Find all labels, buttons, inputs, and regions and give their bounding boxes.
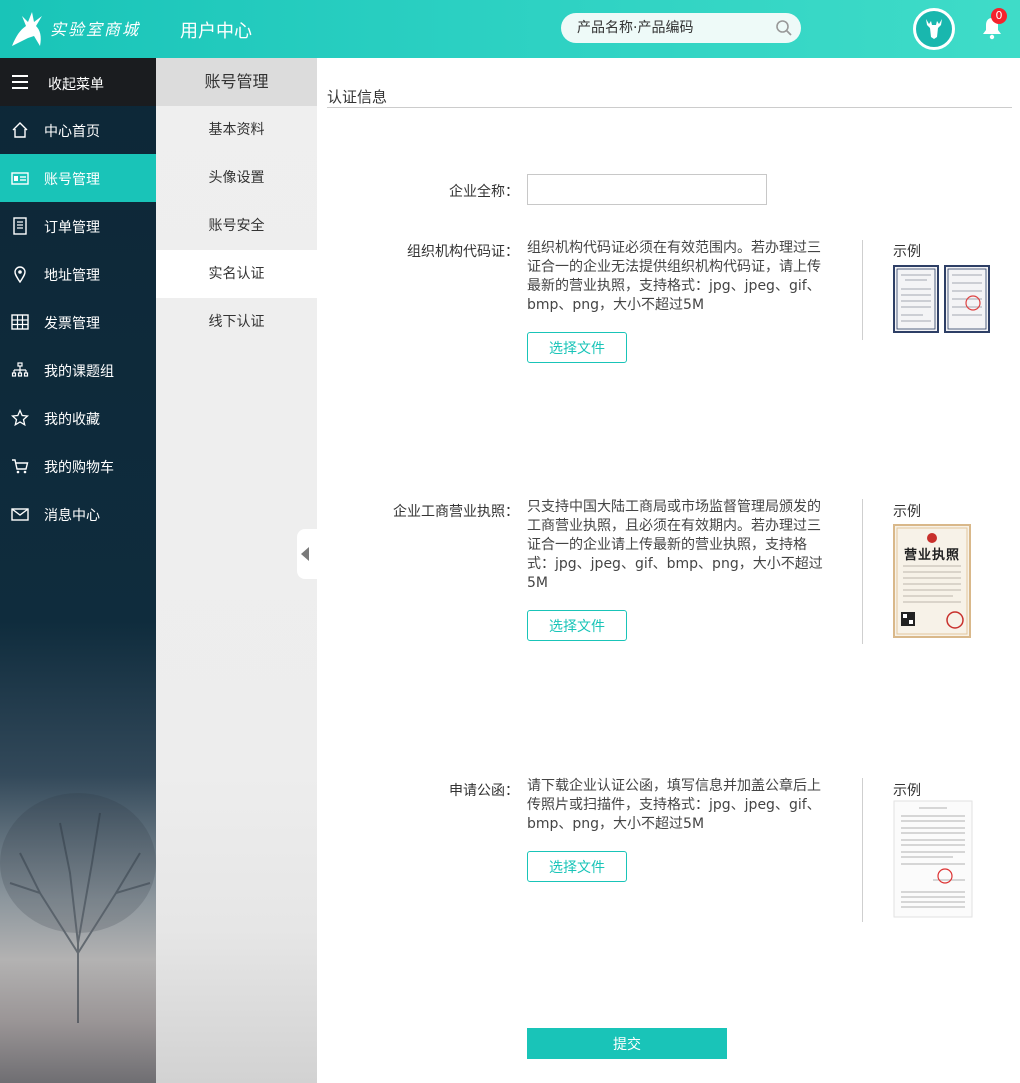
subnav-item-real-name-auth[interactable]: 实名认证 bbox=[156, 250, 317, 298]
nav-item-label: 我的课题组 bbox=[44, 364, 114, 380]
application-letter-divider bbox=[862, 778, 863, 922]
org-code-divider bbox=[862, 240, 863, 340]
application-letter-example-label: 示例 bbox=[893, 783, 921, 799]
deer-avatar-icon bbox=[926, 19, 942, 39]
hamburger-icon bbox=[12, 75, 28, 89]
org-code-example-label: 示例 bbox=[893, 244, 921, 260]
logo-text: 实验室商城 bbox=[50, 20, 141, 39]
business-license-example-image[interactable]: 营业执照 bbox=[893, 524, 971, 638]
org-code-choose-file-button[interactable]: 选择文件 bbox=[527, 332, 627, 363]
nav-item-invoice[interactable]: 发票管理 bbox=[0, 298, 156, 346]
business-license-example-label: 示例 bbox=[893, 504, 921, 520]
nav-item-label: 我的购物车 bbox=[44, 460, 114, 476]
title-divider bbox=[327, 107, 1012, 108]
user-avatar[interactable] bbox=[913, 8, 955, 50]
nav-item-cart[interactable]: 我的购物车 bbox=[0, 442, 156, 490]
site-logo[interactable]: 实验室商城 bbox=[6, 6, 148, 52]
application-letter-label: 申请公函： bbox=[449, 783, 519, 799]
chevron-left-icon bbox=[301, 547, 309, 561]
nav-item-label: 中心首页 bbox=[44, 124, 100, 140]
nav-item-messages[interactable]: 消息中心 bbox=[0, 490, 156, 538]
collapse-menu-button[interactable]: 收起菜单 bbox=[0, 58, 156, 106]
subnav-item-account-security[interactable]: 账号安全 bbox=[156, 202, 317, 250]
org-code-label: 组织机构代码证： bbox=[407, 244, 519, 260]
nav-item-home[interactable]: 中心首页 bbox=[0, 106, 156, 154]
collapse-subnav-toggle[interactable] bbox=[297, 529, 317, 579]
envelope-icon bbox=[11, 508, 29, 521]
home-icon bbox=[12, 122, 28, 138]
subnav-item-avatar-settings[interactable]: 头像设置 bbox=[156, 154, 317, 202]
application-letter-description: 请下载企业认证公函，填写信息并加盖公章后上传照片或扫描件，支持格式：jpg、jp… bbox=[527, 778, 821, 832]
collapse-menu-label: 收起菜单 bbox=[48, 77, 104, 93]
nav-item-label: 发票管理 bbox=[44, 316, 100, 332]
document-icon bbox=[13, 217, 27, 235]
nav-item-orders[interactable]: 订单管理 bbox=[0, 202, 156, 250]
business-license-example-title: 营业执照 bbox=[903, 548, 960, 563]
cart-icon bbox=[12, 459, 29, 474]
nav-item-research-group[interactable]: 我的课题组 bbox=[0, 346, 156, 394]
application-letter-example-image[interactable] bbox=[893, 800, 973, 918]
nav-item-account[interactable]: 账号管理 bbox=[0, 154, 156, 202]
nav-item-label: 账号管理 bbox=[44, 172, 100, 188]
account-subnav: 账号管理 基本资料 头像设置 账号安全 实名认证 线下认证 bbox=[156, 58, 317, 1083]
deer-logo-icon bbox=[12, 12, 42, 46]
section-title: 认证信息 bbox=[327, 88, 388, 106]
org-chart-icon bbox=[11, 362, 29, 377]
search-box bbox=[561, 13, 801, 43]
search-input[interactable] bbox=[577, 13, 767, 43]
nav-item-address[interactable]: 地址管理 bbox=[0, 250, 156, 298]
tree-background-icon bbox=[0, 793, 156, 1023]
application-letter-choose-file-button[interactable]: 选择文件 bbox=[527, 851, 627, 882]
left-sidebar: 收起菜单 中心首页 账号管理 订单管理 地址管理 发票管理 我的课题组 我的收藏… bbox=[0, 58, 156, 1083]
subnav-title: 账号管理 bbox=[156, 58, 317, 106]
notification-badge: 0 bbox=[991, 8, 1007, 24]
submit-button[interactable]: 提交 bbox=[527, 1028, 727, 1059]
business-license-label: 企业工商营业执照： bbox=[393, 504, 519, 520]
top-header: 实验室商城 用户中心 0 bbox=[0, 0, 1020, 58]
page-title: 用户中心 bbox=[180, 21, 252, 42]
org-code-example-image[interactable] bbox=[893, 265, 991, 333]
table-icon bbox=[11, 314, 29, 330]
business-license-divider bbox=[862, 499, 863, 644]
nav-item-label: 订单管理 bbox=[44, 220, 100, 236]
star-icon bbox=[11, 409, 29, 427]
nav-item-label: 我的收藏 bbox=[44, 412, 100, 428]
nav-item-favorites[interactable]: 我的收藏 bbox=[0, 394, 156, 442]
id-card-icon bbox=[11, 172, 29, 185]
nav-item-label: 消息中心 bbox=[44, 508, 100, 524]
location-pin-icon bbox=[14, 266, 26, 283]
org-code-description: 组织机构代码证必须在有效范围内。若办理过三证合一的企业无法提供组织机构代码证，请… bbox=[527, 240, 821, 313]
main-content: 认证信息 企业全称： 组织机构代码证： 组织机构代码证必须在有效范围内。若办理过… bbox=[317, 58, 1020, 1083]
search-icon[interactable] bbox=[775, 19, 793, 37]
company-name-input[interactable] bbox=[527, 174, 767, 205]
subnav-item-basic-info[interactable]: 基本资料 bbox=[156, 106, 317, 154]
subnav-item-offline-auth[interactable]: 线下认证 bbox=[156, 298, 317, 346]
nav-item-label: 地址管理 bbox=[44, 268, 100, 284]
business-license-choose-file-button[interactable]: 选择文件 bbox=[527, 610, 627, 641]
company-name-label: 企业全称： bbox=[449, 184, 519, 200]
business-license-sketch bbox=[893, 524, 971, 638]
business-license-description: 只支持中国大陆工商局或市场监督管理局颁发的工商营业执照，且必须在有效期内。若办理… bbox=[527, 499, 823, 591]
